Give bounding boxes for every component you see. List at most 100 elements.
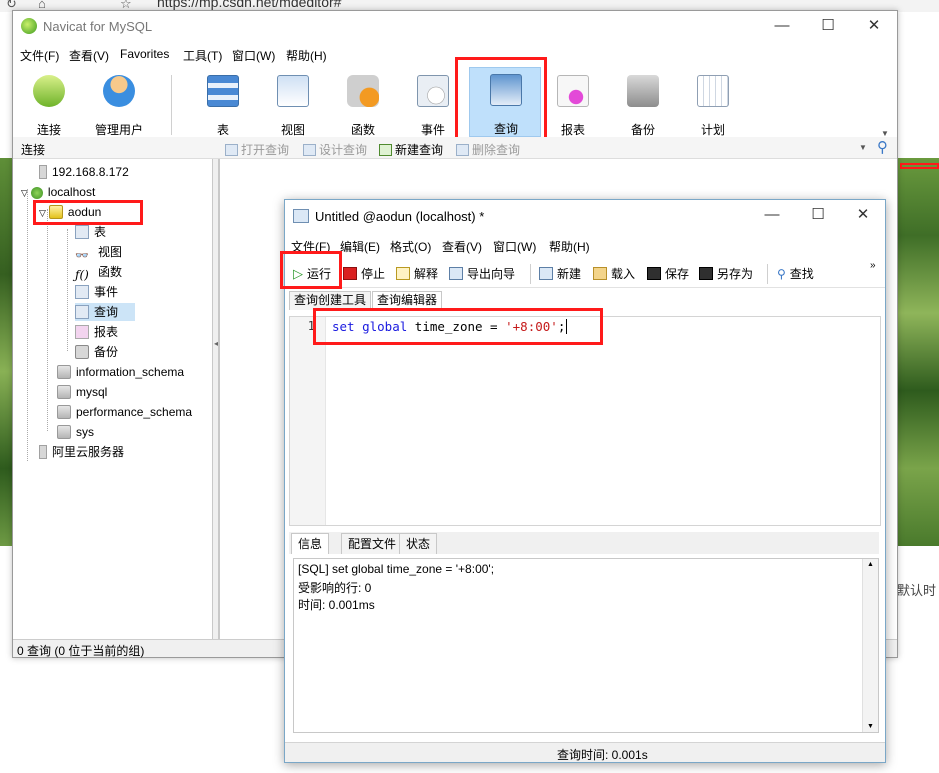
stop-label: 停止 [361,267,386,281]
tree-label: 报表 [94,325,119,339]
tree-label: localhost [47,185,96,199]
load-button[interactable]: 载入 [593,265,635,282]
toolbar-function-button[interactable]: 函数 [331,71,395,137]
tab-message[interactable]: 信息 [291,533,330,554]
save-button[interactable]: 保存 [647,265,689,282]
menu-view[interactable]: 查看(V) [69,47,109,64]
line-gutter: 1 [290,317,326,525]
menu-help[interactable]: 帮助(H) [286,47,327,64]
menu-window[interactable]: 窗口(W) [232,47,275,64]
toolbar-backup-button[interactable]: 备份 [611,71,675,137]
save-as-button[interactable]: 另存为 [699,265,753,282]
close-icon[interactable]: ✕ [851,11,897,41]
load-label: 载入 [611,267,636,281]
tree-item-queries[interactable]: 查询 [75,303,135,321]
new-query-button[interactable]: 新建查询 [379,141,443,158]
toolbar-label: 表 [216,123,229,137]
toolbar-label: 管理用户 [94,123,143,137]
maximize-icon[interactable]: ☐ [795,200,841,230]
delete-query-icon [456,144,469,156]
q-menu-edit[interactable]: 编辑(E) [340,238,380,255]
object-subbar: 连接 打开查询 设计查询 新建查询 删除查询 ▼ ⚲ [13,137,897,159]
tab-status[interactable]: 状态 [399,533,438,554]
tree-item-192-168-8-172[interactable]: 192.168.8.172 [39,163,129,181]
tree-item-functions[interactable]: ƒ() 函数 [75,263,122,282]
database-icon [57,425,71,439]
tree-label: information_schema [76,365,185,379]
query-statusbar: 查询时间: 0.001s [285,742,885,762]
query-icon [75,305,89,319]
query-titlebar: Untitled @aodun (localhost) * — ☐ ✕ [285,200,885,232]
new-button[interactable]: 新建 [539,265,581,282]
minimize-icon[interactable]: — [749,200,795,230]
menu-tools[interactable]: 工具(T) [183,47,222,64]
minimize-icon[interactable]: — [759,11,805,41]
tree-item-information-schema[interactable]: information_schema [57,363,184,381]
tree-guide-line [47,209,48,431]
query-tabs: 查询创建工具 查询编辑器 [289,290,879,310]
menu-favorites[interactable]: Favorites [120,47,169,61]
vertical-scrollbar[interactable]: ▲ ▼ [862,559,878,732]
q-menu-format[interactable]: 格式(O) [390,238,431,255]
toolbar-manage-users-button[interactable]: 管理用户 [87,71,151,137]
toolbar-schedule-button[interactable]: 计划 [681,71,745,137]
explain-button[interactable]: 解释 [396,265,438,282]
menu-file[interactable]: 文件(F) [20,47,59,64]
result-tabs: 信息 配置文件 状态 [289,532,879,554]
save-as-icon [699,267,713,280]
stop-button[interactable]: 停止 [343,265,385,282]
toolbar-view-button[interactable]: 视图 [261,71,325,137]
query-time: 查询时间: 0.001s [557,748,648,762]
function-icon: ƒ() [75,268,89,282]
result-line: 受影响的行: 0 [298,581,372,595]
tree-label: 表 [94,225,107,239]
sql-editor[interactable]: 1 set global time_zone = '+8:00'; [289,316,881,526]
tab-profile[interactable]: 配置文件 [341,533,404,554]
subbar-dropdown-icon[interactable]: ▼ [859,143,867,152]
toolbar-table-button[interactable]: 表 [191,71,255,137]
tree-item-localhost[interactable]: ▽ localhost [21,183,95,201]
schedule-icon [697,75,729,107]
open-query-button[interactable]: 打开查询 [225,141,289,158]
scroll-up-icon[interactable]: ▲ [867,561,874,568]
tree-item-backups[interactable]: 备份 [75,343,118,361]
q-menu-window[interactable]: 窗口(W) [493,238,536,255]
toolbar-overflow-icon[interactable]: » [870,260,876,271]
tree-item-tables[interactable]: 表 [75,223,106,241]
new-label: 新建 [557,267,582,281]
search-icon[interactable]: ⚲ [877,138,888,156]
server-icon [39,445,47,459]
tree-label: 事件 [94,285,119,299]
delete-query-button[interactable]: 删除查询 [456,141,520,158]
aodun-highlight [33,200,143,225]
export-wizard-button[interactable]: 导出向导 [449,265,515,282]
backup-icon [627,75,659,107]
tree-item-events[interactable]: 事件 [75,283,118,301]
q-menu-view[interactable]: 查看(V) [442,238,482,255]
event-icon [417,75,449,107]
maximize-icon[interactable]: ☐ [805,11,851,41]
connected-server-icon [30,187,43,199]
design-query-button[interactable]: 设计查询 [303,141,367,158]
browser-url[interactable]: https://mp.csdn.net/mdeditor# [157,0,341,10]
main-window-title: Navicat for MySQL [43,19,153,34]
q-menu-help[interactable]: 帮助(H) [549,238,590,255]
collapse-arrow-icon[interactable]: ◂ [214,339,218,348]
find-button[interactable]: ⚲ 查找 [777,265,814,282]
database-icon [57,385,71,399]
tree-item-performance-schema[interactable]: performance_schema [57,403,192,421]
database-icon [57,405,71,419]
scroll-down-icon[interactable]: ▼ [867,723,874,730]
save-label: 保存 [665,267,690,281]
server-icon [39,165,47,179]
design-query-label: 设计查询 [319,143,368,157]
tree-item-sys[interactable]: sys [57,423,94,441]
tree-item-mysql[interactable]: mysql [57,383,107,401]
close-icon[interactable]: ✕ [840,200,886,230]
tree-item-reports[interactable]: 报表 [75,323,118,341]
toolbar-connection-button[interactable]: 连接 [17,71,81,137]
tree-label: 查询 [94,305,119,319]
tree-item-views[interactable]: 👓 视图 [75,243,122,262]
tree-item-aliyun[interactable]: 阿里云服务器 [39,443,124,461]
toolbar-report-button[interactable]: 报表 [541,71,605,137]
